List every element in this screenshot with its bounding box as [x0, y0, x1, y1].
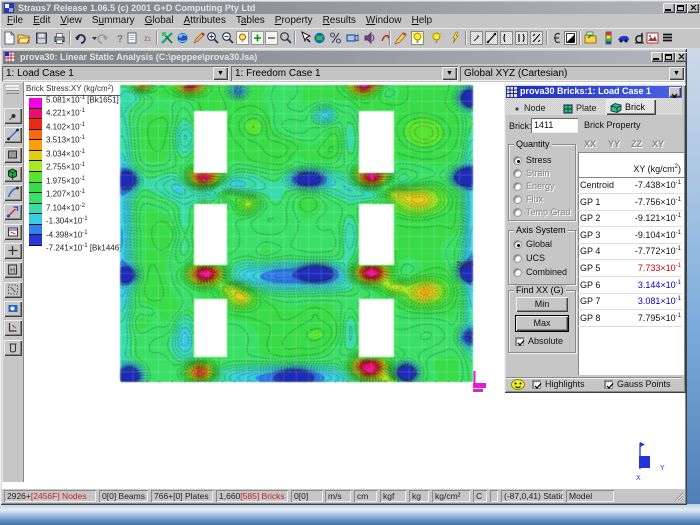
svg-text:X: X: [636, 475, 641, 482]
svg-text:H: H: [10, 268, 15, 275]
svg-text:zz: zz: [144, 34, 151, 43]
svg-text:Y: Y: [660, 465, 665, 472]
svg-text:?: ?: [117, 34, 123, 45]
